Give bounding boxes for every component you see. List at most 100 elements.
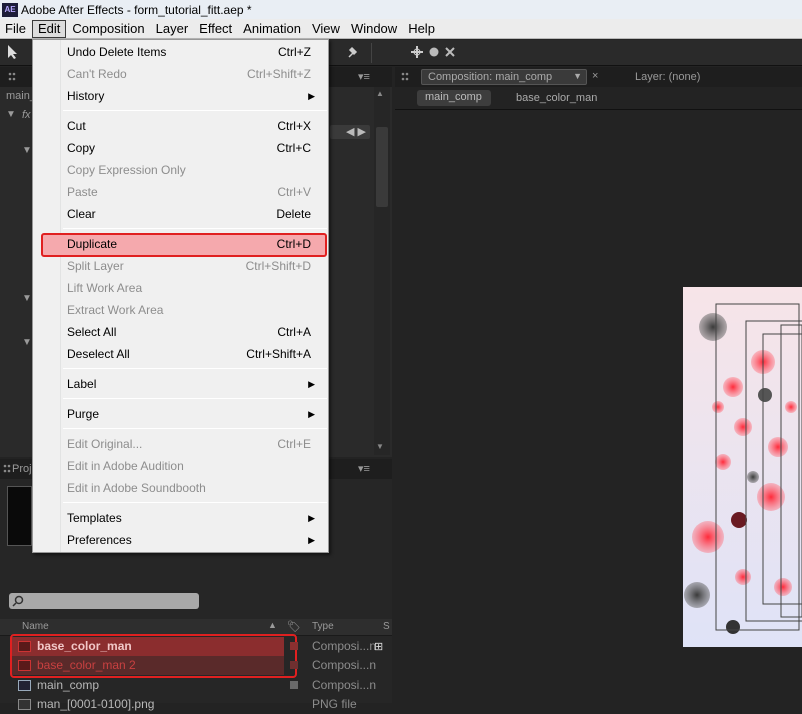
menu-item-label: Preferences <box>67 533 132 547</box>
panel-grip-icon[interactable] <box>399 71 413 83</box>
fx-icon: fx <box>22 109 31 121</box>
menu-edit[interactable]: Edit <box>31 19 67 38</box>
menu-item-label: Split Layer <box>67 259 124 273</box>
menu-item-label: Edit in Adobe Audition <box>67 459 184 473</box>
menu-item-label: Label <box>67 377 97 391</box>
label-tag-icon[interactable]: 🏷 <box>287 620 301 633</box>
tab-composition[interactable]: Composition: main_comp ▼ <box>421 69 587 85</box>
search-input[interactable] <box>9 593 199 609</box>
list-item[interactable]: base_color_man 2 Composi...n <box>10 656 380 675</box>
menu-item-split-layer[interactable]: Split Layer Ctrl+Shift+D <box>67 256 311 276</box>
menu-item-copy[interactable]: Copy Ctrl+C <box>67 138 311 158</box>
menu-item-purge[interactable]: Purge ▶ <box>67 404 315 424</box>
menu-help[interactable]: Help <box>403 20 440 38</box>
menu-composition[interactable]: Composition <box>67 20 149 38</box>
breadcrumb-base-color-man[interactable]: base_color_man <box>516 92 597 104</box>
twirl-icon[interactable]: ▼ <box>6 109 16 120</box>
menu-item-label: Clear <box>67 207 96 221</box>
menu-shortcut: Delete <box>276 207 311 221</box>
comp-render <box>683 287 802 647</box>
menu-item-lift-work-area[interactable]: Lift Work Area <box>67 278 311 298</box>
menu-file[interactable]: File <box>0 20 31 38</box>
menu-item-label: Templates <box>67 511 122 525</box>
menu-shortcut: Ctrl+Shift+Z <box>246 67 311 81</box>
menu-item-duplicate[interactable]: Duplicate Ctrl+D <box>67 234 311 254</box>
chevron-down-icon[interactable]: ▼ <box>573 71 582 81</box>
tab-composition-label: Composition: main_comp <box>428 71 553 83</box>
menu-layer[interactable]: Layer <box>151 20 194 38</box>
menu-animation[interactable]: Animation <box>238 20 306 38</box>
menu-item-edit-original[interactable]: Edit Original... Ctrl+E <box>67 434 311 454</box>
menu-item-select-all[interactable]: Select All Ctrl+A <box>67 322 311 342</box>
scrollbar[interactable]: ▲ ▼ <box>374 87 390 455</box>
menu-item-templates[interactable]: Templates ▶ <box>67 508 315 528</box>
menu-window[interactable]: Window <box>346 20 402 38</box>
menu-item-deselect-all[interactable]: Deselect All Ctrl+Shift+A <box>67 344 311 364</box>
panel-grip-icon[interactable] <box>6 71 20 83</box>
edit-menu-dropdown: Undo Delete Items Ctrl+Z Can't Redo Ctrl+S… <box>32 39 329 553</box>
flowchart-icon[interactable]: ⊞ <box>374 640 383 653</box>
twirl-icon[interactable]: ▼ <box>22 337 32 348</box>
menu-item-copy-expression[interactable]: Copy Expression Only <box>67 160 311 180</box>
menu-item-paste[interactable]: Paste Ctrl+V <box>67 182 311 202</box>
menu-item-label: Undo Delete Items <box>67 45 167 59</box>
sphere-icon[interactable] <box>428 46 440 58</box>
axis-icon[interactable] <box>410 45 424 59</box>
menu-item-edit-in-audition[interactable]: Edit in Adobe Audition <box>67 456 311 476</box>
menu-item-history[interactable]: History ▶ <box>67 86 315 106</box>
label-swatch[interactable] <box>290 661 298 669</box>
scroll-up-icon[interactable]: ▲ <box>376 89 388 98</box>
menu-view[interactable]: View <box>307 20 345 38</box>
panel-menu-icon[interactable]: ▾≡ <box>358 70 370 83</box>
menu-item-cut[interactable]: Cut Ctrl+X <box>67 116 311 136</box>
twirl-icon[interactable]: ▼ <box>22 145 32 156</box>
thumbnail-preview <box>7 486 32 546</box>
menu-item-clear[interactable]: Clear Delete <box>67 204 311 224</box>
panel-grip-icon[interactable] <box>2 463 12 475</box>
menu-item-label-submenu[interactable]: Label ▶ <box>67 374 315 394</box>
pin-tool-icon[interactable] <box>346 44 360 60</box>
menu-item-label: Copy Expression Only <box>67 163 186 177</box>
list-item[interactable]: base_color_man Composi...n <box>10 637 380 656</box>
menu-item-label: Duplicate <box>67 237 118 251</box>
cube-icon[interactable] <box>444 45 456 59</box>
selection-tool-icon[interactable] <box>6 44 20 60</box>
label-swatch[interactable] <box>290 642 298 650</box>
menu-shortcut: Ctrl+C <box>276 141 311 155</box>
scrollbar-thumb[interactable] <box>376 127 388 207</box>
twirl-icon[interactable]: ▼ <box>22 293 32 304</box>
col-type[interactable]: Type <box>312 621 334 632</box>
menu-shortcut: Ctrl+V <box>277 185 311 199</box>
composition-canvas[interactable] <box>683 287 802 647</box>
menu-effect[interactable]: Effect <box>194 20 237 38</box>
submenu-arrow-icon: ▶ <box>308 409 315 419</box>
menu-shortcut: Ctrl+X <box>277 119 311 133</box>
item-name: base_color_man 2 <box>37 658 136 672</box>
menu-item-redo[interactable]: Can't Redo Ctrl+Shift+Z <box>67 64 311 84</box>
stepper-arrows-icon[interactable]: ◀ ▶ <box>346 125 366 138</box>
col-name[interactable]: Name <box>22 621 49 632</box>
menu-item-label: Extract Work Area <box>67 303 164 317</box>
breadcrumb-main-comp[interactable]: main_comp <box>417 90 491 106</box>
tab-layer[interactable]: Layer: (none) <box>635 71 700 83</box>
list-item[interactable]: man_[0001-0100].png PNG file <box>10 695 380 714</box>
list-item[interactable]: main_comp Composi...n <box>10 676 380 695</box>
title-bar: AE Adobe After Effects - form_tutorial_f… <box>0 0 802 19</box>
menu-item-edit-in-soundbooth[interactable]: Edit in Adobe Soundbooth <box>67 478 311 498</box>
col-size[interactable]: S <box>383 621 390 632</box>
menu-item-preferences[interactable]: Preferences ▶ <box>67 530 315 550</box>
breadcrumb-label: main_comp <box>425 91 482 103</box>
menu-shortcut: Ctrl+Shift+D <box>245 259 311 273</box>
menu-item-label: Select All <box>67 325 117 339</box>
label-swatch[interactable] <box>290 681 298 689</box>
menu-item-extract-work-area[interactable]: Extract Work Area <box>67 300 311 320</box>
panel-menu-icon[interactable]: ▾≡ <box>358 462 370 475</box>
sort-arrow-icon[interactable]: ▲ <box>268 620 277 630</box>
close-icon[interactable]: × <box>592 70 598 82</box>
scroll-down-icon[interactable]: ▼ <box>376 442 388 451</box>
menu-item-label: Edit Original... <box>67 437 143 451</box>
composition-icon <box>18 660 31 671</box>
menu-item-label: Can't Redo <box>67 67 127 81</box>
menu-item-undo[interactable]: Undo Delete Items Ctrl+Z <box>67 42 311 62</box>
tab-project[interactable]: Proj <box>12 463 32 475</box>
